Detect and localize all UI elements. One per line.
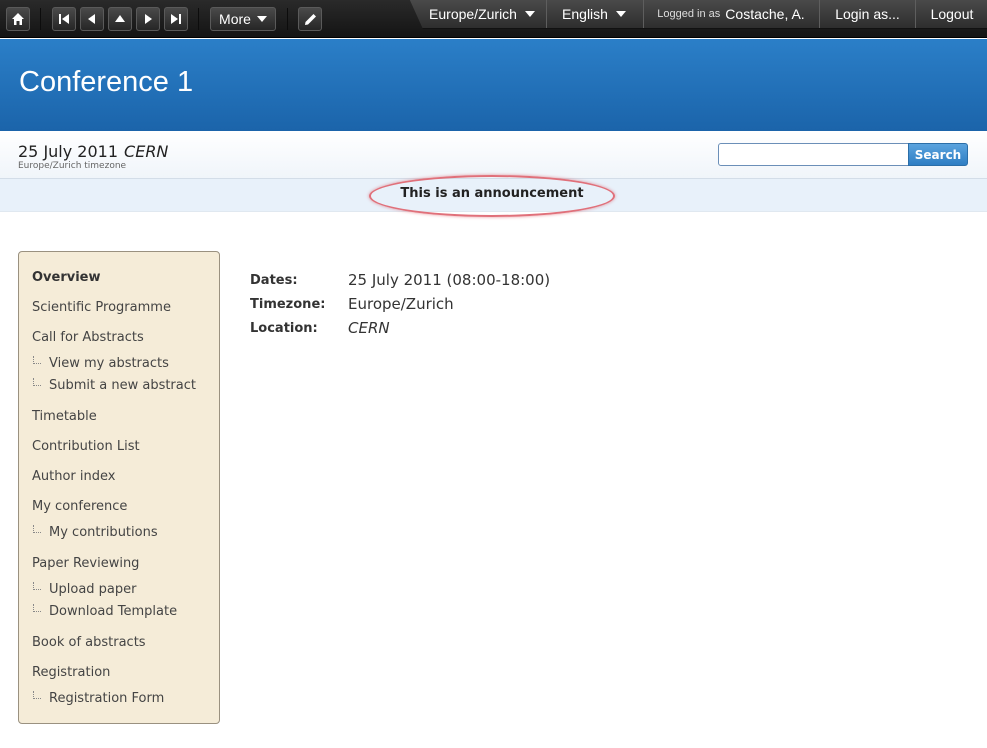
user-bar-divider bbox=[819, 0, 820, 28]
tree-connector-icon bbox=[33, 691, 41, 699]
chevron-down-icon bbox=[256, 16, 267, 22]
sidebar-item-registration[interactable]: Registration bbox=[32, 665, 110, 680]
login-as-label: Login as... bbox=[835, 6, 900, 22]
pencil-icon bbox=[304, 13, 316, 25]
event-date-venue: 25 July 2011 CERN bbox=[18, 142, 168, 161]
sidebar-item-call-for-abstracts[interactable]: Call for Abstracts bbox=[32, 330, 144, 345]
event-timezone-note: Europe/Zurich timezone bbox=[18, 161, 127, 171]
sidebar-item-upload-paper[interactable]: Upload paper bbox=[49, 582, 137, 597]
language-selector-label: English bbox=[562, 6, 608, 22]
sidebar-item-book-of-abstracts[interactable]: Book of abstracts bbox=[32, 635, 146, 650]
chevron-down-icon bbox=[524, 11, 535, 17]
top-toolbar: More Europe/Zurich English Logged in as … bbox=[0, 0, 987, 38]
logout-button[interactable]: Logout bbox=[917, 0, 987, 28]
user-name: Costache, A. bbox=[725, 6, 805, 22]
timezone-value: Europe/Zurich bbox=[348, 295, 454, 313]
page-title: Conference 1 bbox=[19, 66, 194, 98]
tree-connector-icon bbox=[33, 356, 41, 364]
logged-in-user[interactable]: Logged in as Costache, A. bbox=[645, 0, 817, 28]
language-selector[interactable]: English bbox=[548, 0, 640, 28]
dates-label: Dates: bbox=[250, 273, 298, 288]
sidebar-item-registration-form[interactable]: Registration Form bbox=[49, 691, 164, 706]
arrow-left-icon bbox=[88, 14, 95, 24]
toolbar-separator bbox=[198, 8, 199, 30]
sidebar-item-my-contributions[interactable]: My contributions bbox=[49, 525, 158, 540]
edit-button[interactable] bbox=[298, 7, 322, 31]
sidebar-item-scientific-programme[interactable]: Scientific Programme bbox=[32, 300, 171, 315]
sidebar-item-contribution-list[interactable]: Contribution List bbox=[32, 439, 140, 454]
skip-last-icon bbox=[171, 14, 181, 24]
user-bar-divider bbox=[915, 0, 916, 28]
logged-in-prefix: Logged in as bbox=[657, 8, 721, 20]
more-menu-label: More bbox=[219, 11, 251, 27]
up-category-button[interactable] bbox=[108, 7, 132, 31]
skip-first-icon bbox=[59, 14, 69, 24]
sidebar-item-overview[interactable]: Overview bbox=[32, 270, 101, 285]
tree-connector-icon bbox=[33, 378, 41, 386]
user-bar-divider bbox=[546, 0, 547, 28]
tree-connector-icon bbox=[33, 582, 41, 590]
first-event-button[interactable] bbox=[52, 7, 76, 31]
timezone-selector-label: Europe/Zurich bbox=[429, 6, 517, 22]
login-as-button[interactable]: Login as... bbox=[821, 0, 914, 28]
event-venue: CERN bbox=[124, 142, 169, 161]
announcement-text: This is an announcement bbox=[400, 186, 584, 201]
arrow-right-icon bbox=[145, 14, 152, 24]
search-input[interactable] bbox=[718, 143, 909, 166]
sidebar-menu: Overview Scientific Programme Call for A… bbox=[18, 251, 220, 724]
tree-connector-icon bbox=[33, 525, 41, 533]
sidebar-item-submit-new-abstract[interactable]: Submit a new abstract bbox=[49, 378, 196, 393]
toolbar-separator bbox=[287, 8, 288, 30]
location-label: Location: bbox=[250, 321, 318, 336]
search-button[interactable]: Search bbox=[908, 143, 968, 166]
previous-event-button[interactable] bbox=[80, 7, 104, 31]
timezone-label: Timezone: bbox=[250, 297, 326, 312]
sidebar-item-view-my-abstracts[interactable]: View my abstracts bbox=[49, 356, 169, 371]
toolbar-separator bbox=[40, 8, 41, 30]
event-date: 25 July 2011 bbox=[18, 142, 119, 161]
logout-label: Logout bbox=[930, 6, 974, 22]
event-header: Conference 1 bbox=[0, 39, 987, 131]
home-button[interactable] bbox=[6, 7, 30, 31]
next-event-button[interactable] bbox=[136, 7, 160, 31]
sidebar-item-author-index[interactable]: Author index bbox=[32, 469, 115, 484]
dates-value: 25 July 2011 (08:00-18:00) bbox=[348, 271, 551, 289]
more-menu-button[interactable]: More bbox=[210, 7, 276, 31]
user-bar-divider bbox=[643, 0, 644, 28]
sidebar-item-download-template[interactable]: Download Template bbox=[49, 604, 177, 619]
last-event-button[interactable] bbox=[164, 7, 188, 31]
sidebar-item-my-conference[interactable]: My conference bbox=[32, 499, 127, 514]
sidebar-item-paper-reviewing[interactable]: Paper Reviewing bbox=[32, 556, 139, 571]
timezone-selector[interactable]: Europe/Zurich bbox=[420, 0, 544, 28]
sidebar-item-timetable[interactable]: Timetable bbox=[32, 409, 97, 424]
chevron-down-icon bbox=[615, 11, 626, 17]
home-icon bbox=[12, 13, 24, 25]
location-value: CERN bbox=[348, 319, 390, 337]
tree-connector-icon bbox=[33, 604, 41, 612]
arrow-up-icon bbox=[115, 15, 125, 22]
